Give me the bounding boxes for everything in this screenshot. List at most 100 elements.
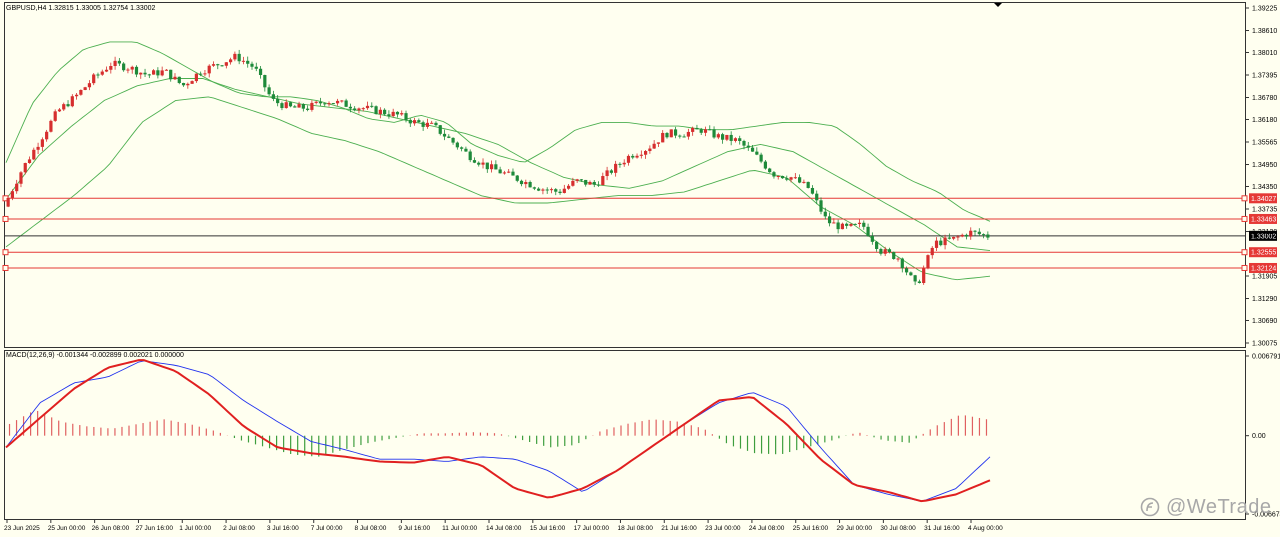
candle-body	[780, 175, 785, 179]
candle-body	[203, 73, 207, 75]
time-tick-label: 23 Jun 2025	[4, 525, 40, 532]
candle-body	[147, 74, 151, 76]
candle-body	[481, 162, 485, 165]
candle-body	[913, 275, 917, 282]
candle-body	[404, 113, 408, 120]
candle-body	[40, 139, 44, 147]
candle-body	[361, 108, 365, 110]
candle-body	[447, 136, 451, 138]
watermark-logo: @WeTrade	[1140, 496, 1271, 520]
candle-body	[904, 268, 909, 273]
candle-body	[669, 129, 673, 138]
candle-body	[181, 82, 186, 86]
candle-body	[130, 66, 134, 70]
chart-window[interactable]: 1.340271.334631.325551.321241.33002 1.39…	[0, 0, 1280, 537]
candle-body	[875, 241, 879, 249]
candle-body	[335, 100, 340, 104]
candle-body	[511, 171, 515, 176]
candle-body	[596, 184, 601, 186]
candle-body	[271, 94, 275, 99]
candle-body	[973, 230, 977, 232]
candle-body	[673, 129, 678, 136]
candle-body	[695, 127, 699, 130]
candle-body	[391, 111, 395, 117]
candle-body	[712, 129, 716, 138]
candle-body	[293, 106, 297, 108]
candle-body	[686, 131, 690, 137]
candle-body	[36, 146, 40, 150]
level-price-label: 1.33463	[1251, 216, 1276, 223]
candle-body	[703, 129, 708, 133]
candle-body	[288, 102, 293, 107]
price-tick-label: 1.38610	[1252, 28, 1277, 35]
price-tick-label: 1.36780	[1252, 95, 1277, 102]
candle-body	[759, 154, 763, 162]
candle-body	[27, 159, 32, 164]
candle-body	[879, 248, 883, 254]
candle-body	[276, 98, 280, 104]
candle-body	[173, 76, 177, 80]
candle-body	[562, 188, 566, 193]
time-tick-label: 18 Jul 08:00	[617, 525, 653, 532]
candle-body	[601, 176, 605, 186]
candle-body	[395, 111, 400, 115]
candle-body	[528, 182, 532, 188]
candle-body	[776, 175, 780, 177]
candle-body	[15, 183, 19, 192]
candle-body	[947, 237, 951, 239]
candle-body	[353, 108, 357, 111]
candle-body	[896, 258, 900, 260]
candle-body	[708, 129, 712, 131]
candle-body	[622, 162, 626, 165]
candle-body	[789, 177, 793, 180]
macd-header: MACD(12,26,9) -0.001344 -0.002899 0.0020…	[6, 352, 184, 359]
candle-body	[365, 105, 370, 109]
candle-body	[74, 94, 79, 97]
candle-body	[134, 66, 139, 75]
candle-body	[545, 189, 549, 191]
candle-body	[549, 189, 554, 191]
candle-body	[802, 181, 806, 183]
candle-body	[592, 181, 596, 185]
level-anchor-right	[1241, 264, 1248, 271]
candle-body	[421, 122, 425, 127]
candle-body	[494, 164, 498, 170]
candle-body	[810, 187, 815, 194]
candle-body	[57, 109, 62, 112]
candle-body	[53, 111, 57, 121]
candle-body	[62, 104, 66, 110]
candle-body	[832, 222, 836, 224]
candle-body	[678, 135, 682, 137]
level-price-label: 1.32124	[1251, 265, 1276, 272]
candle-body	[900, 258, 904, 269]
price-tick-label: 1.30690	[1252, 318, 1277, 325]
candle-body	[250, 63, 254, 67]
candle-body	[892, 252, 896, 259]
candle-body	[254, 66, 258, 69]
time-tick-label: 24 Jul 08:00	[749, 525, 785, 532]
candle-body	[229, 59, 233, 63]
candle-body	[845, 223, 849, 226]
candle-body	[468, 151, 472, 161]
candle-body	[370, 105, 374, 107]
candle-body	[943, 237, 947, 246]
candle-body	[408, 119, 412, 124]
candle-body	[806, 181, 810, 188]
candle-body	[66, 104, 70, 107]
candle-body	[729, 134, 733, 141]
candle-body	[263, 75, 267, 88]
candle-body	[156, 70, 160, 76]
candle-body	[661, 132, 665, 143]
candle-body	[631, 155, 635, 158]
candle-body	[909, 272, 913, 276]
candle-body	[160, 70, 164, 76]
candle-body	[32, 149, 36, 160]
price-tick-label: 1.31905	[1252, 274, 1277, 281]
time-tick-label: 4 Aug 00:00	[968, 525, 1003, 532]
candle-body	[798, 177, 802, 183]
level-anchor-left	[2, 264, 9, 271]
candle-body	[639, 154, 643, 156]
candle-body	[721, 134, 725, 140]
candle-body	[588, 181, 592, 185]
candle-body	[614, 163, 618, 173]
